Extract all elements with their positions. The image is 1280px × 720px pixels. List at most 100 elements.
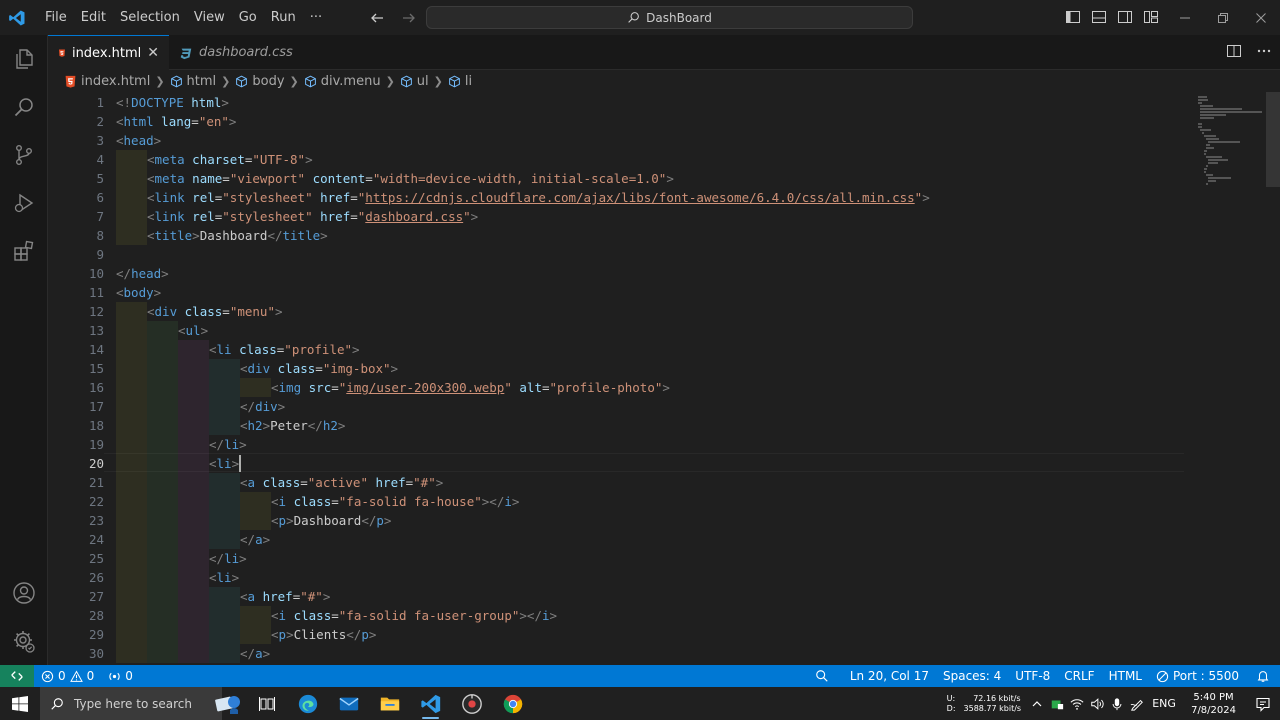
breadcrumb-html[interactable]: html xyxy=(170,74,216,89)
restore-icon[interactable] xyxy=(1204,0,1242,35)
source-control-icon[interactable] xyxy=(0,131,48,179)
code-line[interactable]: <meta charset="UTF-8"> xyxy=(116,150,313,169)
minimap[interactable] xyxy=(1190,92,1270,302)
chevron-up-icon[interactable] xyxy=(1027,687,1047,720)
notifications-bell-icon[interactable] xyxy=(1246,665,1280,687)
extensions-icon[interactable] xyxy=(0,227,48,275)
run-debug-icon[interactable] xyxy=(0,179,48,227)
search-icon[interactable] xyxy=(0,83,48,131)
code-line[interactable]: <h2>Peter</h2> xyxy=(116,416,345,435)
taskbar-search-box[interactable]: Type here to search xyxy=(40,687,222,720)
manage-gear-icon[interactable] xyxy=(0,617,48,665)
recorder-icon[interactable] xyxy=(451,687,492,720)
pen-icon[interactable] xyxy=(1127,687,1147,720)
minimize-icon[interactable] xyxy=(1166,0,1204,35)
code-line[interactable]: </li> xyxy=(116,435,247,454)
breadcrumb-ul[interactable]: ul xyxy=(400,74,429,89)
menu-more[interactable]: ··· xyxy=(303,0,329,35)
security-shield-icon[interactable] xyxy=(1047,687,1067,720)
forward-arrow-icon[interactable] xyxy=(398,7,420,29)
code-line[interactable]: <link rel="stylesheet" href="https://cdn… xyxy=(116,188,930,207)
breadcrumb-div-menu[interactable]: div.menu xyxy=(304,74,381,89)
explorer-icon[interactable] xyxy=(0,35,48,83)
volume-icon[interactable] xyxy=(1087,687,1107,720)
code-line[interactable]: <head> xyxy=(116,131,161,150)
back-arrow-icon[interactable] xyxy=(366,7,388,29)
wifi-icon[interactable] xyxy=(1067,687,1087,720)
indentation[interactable]: Spaces: 4 xyxy=(936,665,1008,687)
code-line[interactable]: <div class="menu"> xyxy=(116,302,283,321)
code-line[interactable]: <i class="fa-solid fa-user-group"></i> xyxy=(116,606,557,625)
ports-indicator[interactable]: 0 xyxy=(101,665,140,687)
accounts-icon[interactable] xyxy=(0,569,48,617)
split-editor-icon[interactable] xyxy=(1226,43,1242,63)
menu-edit[interactable]: Edit xyxy=(74,0,113,35)
code-line[interactable]: <title>Dashboard</title> xyxy=(116,226,328,245)
command-center[interactable]: DashBoard xyxy=(426,6,913,29)
code-line[interactable]: </div> xyxy=(116,397,285,416)
search-highlight-icon[interactable] xyxy=(210,687,246,720)
breadcrumb-li[interactable]: li xyxy=(448,74,472,89)
code-line[interactable]: <li> xyxy=(116,568,239,587)
customize-layout-icon[interactable] xyxy=(1142,8,1160,26)
code-line[interactable]: <!DOCTYPE html> xyxy=(116,93,229,112)
zoom-icon[interactable] xyxy=(801,665,843,687)
minimap-line xyxy=(1208,141,1240,143)
code-line[interactable]: </head> xyxy=(116,264,169,283)
problems-indicator[interactable]: 0 0 xyxy=(34,665,101,687)
breadcrumb-body[interactable]: body xyxy=(235,74,285,89)
edge-browser-icon[interactable] xyxy=(287,687,328,720)
code-line[interactable]: <html lang="en"> xyxy=(116,112,236,131)
code-line[interactable]: <a class="active" href="#"> xyxy=(116,473,443,492)
end-of-line[interactable]: CRLF xyxy=(1057,665,1101,687)
toggle-panel-icon[interactable] xyxy=(1090,8,1108,26)
code-line[interactable]: <i class="fa-solid fa-house"></i> xyxy=(116,492,519,511)
menu-run[interactable]: Run xyxy=(264,0,303,35)
code-line[interactable]: <a href="#"> xyxy=(116,587,330,606)
microphone-icon[interactable] xyxy=(1107,687,1127,720)
vertical-scrollbar[interactable] xyxy=(1266,92,1280,665)
cursor-position[interactable]: Ln 20, Col 17 xyxy=(843,665,936,687)
code-line[interactable]: <link rel="stylesheet" href="dashboard.c… xyxy=(116,207,478,226)
input-language[interactable]: ENG xyxy=(1147,687,1181,720)
toggle-secondary-sidebar-icon[interactable] xyxy=(1116,8,1134,26)
code-line[interactable]: <p>Clients</p> xyxy=(116,625,376,644)
tab-index-html[interactable]: index.html ✕ xyxy=(48,35,169,70)
breadcrumb-file[interactable]: index.html xyxy=(64,74,150,89)
chrome-browser-icon[interactable] xyxy=(492,687,533,720)
file-explorer-icon[interactable] xyxy=(369,687,410,720)
code-line[interactable]: <img src="img/user-200x300.webp" alt="pr… xyxy=(116,378,670,397)
task-view-icon[interactable] xyxy=(246,687,287,720)
code-line[interactable]: </a> xyxy=(116,530,270,549)
code-area[interactable]: <!DOCTYPE html> <html lang="en"> <head> <me… xyxy=(116,92,1186,665)
vscode-taskbar-icon[interactable] xyxy=(410,687,451,720)
code-line[interactable]: </a> xyxy=(116,644,270,663)
code-line[interactable]: <div class="img-box"> xyxy=(116,359,398,378)
notification-center-icon[interactable] xyxy=(1246,687,1280,720)
language-mode[interactable]: HTML xyxy=(1102,665,1149,687)
mail-icon[interactable] xyxy=(328,687,369,720)
windows-start-icon[interactable] xyxy=(0,687,40,720)
code-line[interactable]: <meta name="viewport" content="width=dev… xyxy=(116,169,674,188)
code-line[interactable]: </li> xyxy=(116,549,247,568)
taskbar-clock[interactable]: 5:40 PM 7/8/2024 xyxy=(1181,691,1246,717)
code-line[interactable]: <body> xyxy=(116,283,161,302)
menu-go[interactable]: Go xyxy=(232,0,264,35)
code-line[interactable]: <ul> xyxy=(116,321,208,340)
encoding[interactable]: UTF-8 xyxy=(1008,665,1057,687)
close-tab-icon[interactable]: ✕ xyxy=(147,45,159,61)
menu-selection[interactable]: Selection xyxy=(113,0,187,35)
tab-dashboard-css[interactable]: dashboard.css xyxy=(169,35,305,70)
menu-view[interactable]: View xyxy=(187,0,232,35)
menu-file[interactable]: File xyxy=(38,0,74,35)
code-editor[interactable]: 1 2 3 4 5 6 7 8 9 10 11 12 13 14 15 16 17 18 19 20 21 22 23 24 2… xyxy=(48,92,1280,665)
scrollbar-thumb[interactable] xyxy=(1266,92,1280,187)
code-line[interactable]: <li> xyxy=(116,454,239,473)
toggle-primary-sidebar-icon[interactable] xyxy=(1064,8,1082,26)
close-window-icon[interactable] xyxy=(1242,0,1280,35)
more-actions-icon[interactable] xyxy=(1256,43,1272,63)
code-line[interactable]: <p>Dashboard</p> xyxy=(116,511,391,530)
code-line[interactable]: <li class="profile"> xyxy=(116,340,360,359)
remote-indicator-icon[interactable] xyxy=(0,665,34,687)
live-server-port[interactable]: Port : 5500 xyxy=(1149,665,1246,687)
